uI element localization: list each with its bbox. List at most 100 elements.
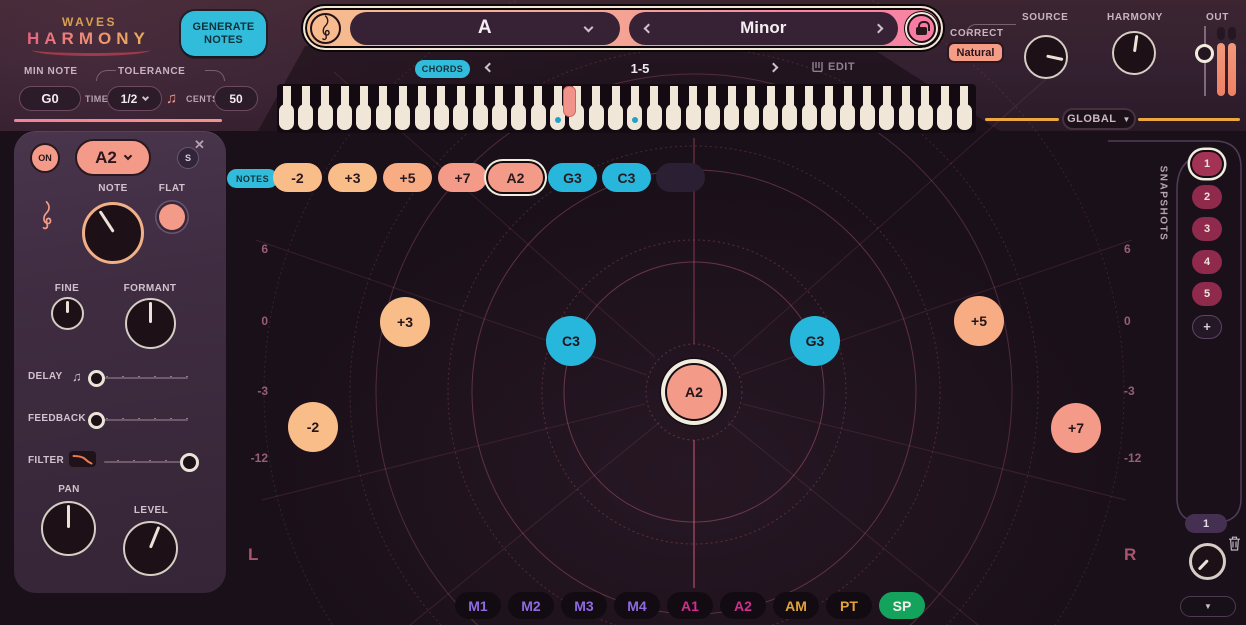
piano-key[interactable] (453, 86, 469, 131)
snapshot-morph-knob[interactable] (1189, 543, 1226, 580)
note-chip-C3[interactable]: C3 (602, 163, 651, 192)
chords-edit-button[interactable]: EDIT (812, 61, 855, 73)
pan-knob[interactable] (41, 501, 96, 556)
piano-key[interactable] (685, 86, 701, 131)
note-chip--2[interactable]: -2 (273, 163, 322, 192)
source-knob[interactable] (1024, 35, 1068, 79)
level-knob[interactable] (123, 521, 178, 576)
piano-key[interactable] (743, 86, 759, 131)
note-chip-empty[interactable] (656, 163, 705, 192)
out-slider-handle[interactable] (1195, 44, 1214, 63)
note-chip-+5[interactable]: +5 (383, 163, 432, 192)
feedback-slider-handle[interactable] (88, 412, 105, 429)
snapshot-button-3[interactable]: 3 (1192, 217, 1222, 241)
piano-key[interactable] (704, 86, 720, 131)
piano-key[interactable] (879, 86, 895, 131)
correct-mode-button[interactable]: Natural (947, 42, 1004, 63)
voice-on-button[interactable]: ON (30, 143, 60, 173)
scale-prev-icon[interactable] (643, 23, 653, 33)
lock-button[interactable] (907, 13, 936, 43)
piano-key[interactable] (646, 86, 662, 131)
mode-button-A1[interactable]: A1 (667, 592, 713, 619)
note-value-icon[interactable]: ♫ (72, 369, 82, 384)
generate-notes-button[interactable]: GENERATE NOTES (181, 11, 266, 56)
harmony-node-G3[interactable]: G3 (790, 316, 840, 366)
piano-key[interactable] (279, 86, 294, 131)
piano-key[interactable] (821, 86, 837, 131)
note-knob[interactable] (82, 202, 144, 264)
note-chip-+3[interactable]: +3 (328, 163, 377, 192)
piano-key[interactable] (627, 86, 643, 131)
voice-note-dropdown[interactable]: A2 (75, 139, 151, 176)
mode-button-M1[interactable]: M1 (455, 592, 501, 619)
key-dropdown[interactable]: A (350, 11, 620, 45)
mode-button-A2[interactable]: A2 (720, 592, 766, 619)
delay-slider-handle[interactable] (88, 370, 105, 387)
voice-close-icon[interactable]: ✕ (194, 137, 205, 153)
piano-key[interactable] (317, 86, 333, 131)
filter-slider-track[interactable] (104, 460, 192, 463)
filter-slider-handle[interactable] (180, 453, 199, 472)
trash-icon[interactable] (1228, 536, 1241, 556)
global-dropdown[interactable]: GLOBAL ▼ (1062, 108, 1136, 130)
delay-slider-track[interactable] (92, 376, 188, 379)
harmony-node-+5[interactable]: +5 (954, 296, 1004, 346)
mode-button-AM[interactable]: AM (773, 592, 819, 619)
mode-button-SP[interactable]: SP (879, 592, 925, 619)
mode-button-M4[interactable]: M4 (614, 592, 660, 619)
piano-key[interactable] (608, 86, 624, 131)
collapse-panel-button[interactable]: ▼ (1180, 596, 1236, 617)
scale-next-icon[interactable] (873, 23, 884, 33)
piano-key[interactable] (724, 86, 740, 131)
piano-key[interactable] (356, 86, 372, 131)
piano-key[interactable] (840, 86, 856, 131)
piano-key[interactable] (530, 86, 546, 131)
piano-key[interactable] (956, 86, 972, 131)
piano-key[interactable] (298, 86, 314, 131)
harmony-node-+7[interactable]: +7 (1051, 403, 1101, 453)
time-dropdown[interactable]: 1/2 (107, 86, 162, 111)
piano-key[interactable] (588, 86, 604, 131)
min-note-value[interactable]: G0 (19, 86, 81, 111)
piano-key[interactable] (375, 86, 391, 131)
snapshot-button-2[interactable]: 2 (1192, 184, 1222, 209)
snapshot-button-4[interactable]: 4 (1192, 249, 1222, 274)
harmony-node-C3[interactable]: C3 (546, 316, 596, 366)
piano-key[interactable] (917, 86, 933, 131)
piano-key[interactable] (511, 86, 527, 131)
snapshot-button-5[interactable]: 5 (1192, 282, 1222, 306)
snapshot-add-button[interactable]: + (1192, 314, 1222, 339)
piano-key[interactable] (395, 86, 411, 131)
harmony-node-+3[interactable]: +3 (380, 297, 430, 347)
piano-key[interactable] (433, 86, 449, 131)
harmony-knob[interactable] (1112, 31, 1156, 75)
harmony-node--2[interactable]: -2 (288, 402, 338, 452)
flat-button[interactable] (159, 204, 185, 230)
piano-key[interactable] (491, 86, 507, 131)
piano-key[interactable] (782, 86, 798, 131)
formant-knob[interactable] (125, 298, 176, 349)
note-chip-A2[interactable]: A2 (488, 163, 543, 192)
notes-badge[interactable]: NOTES (227, 169, 278, 188)
fine-knob[interactable] (51, 297, 84, 330)
piano-key[interactable] (763, 86, 778, 131)
mode-button-PT[interactable]: PT (826, 592, 872, 619)
harmony-node-A2[interactable]: A2 (667, 365, 721, 419)
filter-curve-icon[interactable] (69, 451, 96, 467)
feedback-slider-track[interactable] (92, 418, 188, 421)
cents-value[interactable]: 50 (214, 86, 258, 111)
piano-key[interactable] (801, 86, 817, 131)
piano-key[interactable] (937, 86, 953, 131)
piano-key[interactable] (472, 86, 488, 131)
note-chip-+7[interactable]: +7 (438, 163, 487, 192)
piano-key[interactable] (859, 86, 875, 131)
piano-key[interactable] (414, 86, 430, 131)
highlighted-key[interactable] (562, 86, 576, 117)
mode-button-M3[interactable]: M3 (561, 592, 607, 619)
mode-button-M2[interactable]: M2 (508, 592, 554, 619)
piano-key[interactable] (337, 86, 353, 131)
piano-key[interactable] (898, 86, 914, 131)
piano-key[interactable] (666, 86, 682, 131)
chords-badge[interactable]: CHORDS (415, 60, 470, 78)
note-chip-G3[interactable]: G3 (548, 163, 597, 192)
